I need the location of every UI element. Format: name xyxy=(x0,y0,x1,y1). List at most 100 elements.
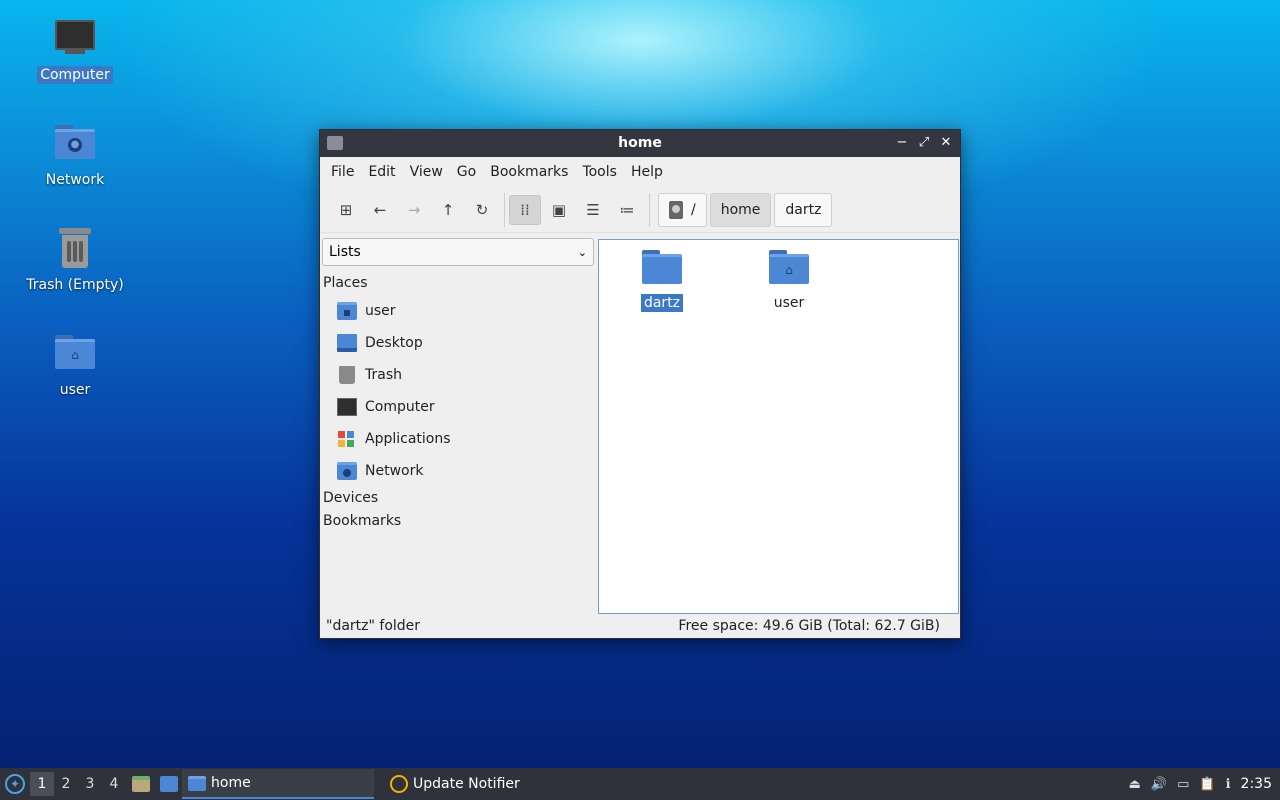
status-free-space: Free space: 49.6 GiB (Total: 62.7 GiB) xyxy=(678,618,940,634)
clock[interactable]: 2:35 xyxy=(1241,776,1272,792)
maximize-button[interactable]: ⤢ xyxy=(916,134,932,152)
show-desktop-icon[interactable] xyxy=(156,772,182,796)
network-folder-icon: ● xyxy=(51,119,99,167)
menu-tools[interactable]: Tools xyxy=(575,164,624,180)
file-item-dartz[interactable]: dartz xyxy=(622,248,702,312)
desktop-icon-trash[interactable]: Trash (Empty) xyxy=(20,224,130,294)
desktop-icon-computer[interactable]: Computer xyxy=(20,14,130,84)
bookmarks-heading[interactable]: Bookmarks xyxy=(322,510,594,533)
trash-icon xyxy=(51,224,99,272)
toolbar: ⊞ ← → ↑ ↻ ⁞⁞ ▣ ☰ ≔ / home dartz xyxy=(320,187,960,233)
update-notifier-icon xyxy=(390,775,408,793)
breadcrumb-label: / xyxy=(691,201,696,218)
menu-go[interactable]: Go xyxy=(450,164,483,180)
window-title: home xyxy=(618,135,662,151)
file-name: user xyxy=(773,295,805,311)
lubuntu-logo-icon: ✦ xyxy=(5,774,25,794)
network-status-icon[interactable]: ▭ xyxy=(1177,777,1189,792)
sidebar-item-applications[interactable]: Applications xyxy=(322,423,594,455)
desktop-icon-label: Computer xyxy=(37,66,113,84)
file-manager-window: home − ⤢ ✕ File Edit View Go Bookmarks T… xyxy=(319,129,961,639)
task-label: Update Notifier xyxy=(413,776,520,792)
workspace-1[interactable]: 1 xyxy=(30,772,54,796)
sidebar-item-label: Desktop xyxy=(365,335,423,351)
clipboard-icon[interactable]: 📋 xyxy=(1199,777,1215,792)
status-selection: "dartz" folder xyxy=(326,618,421,634)
sidebar-mode-value: Lists xyxy=(329,244,361,260)
menubar: File Edit View Go Bookmarks Tools Help xyxy=(320,157,960,187)
sidebar-item-computer[interactable]: Computer xyxy=(322,391,594,423)
file-view[interactable]: dartz ⌂ user xyxy=(598,239,959,614)
breadcrumb-home[interactable]: home xyxy=(709,192,772,227)
sidebar-item-network[interactable]: Network xyxy=(322,455,594,487)
sidebar-item-label: Applications xyxy=(365,431,451,447)
sidebar-item-label: Trash xyxy=(365,367,402,383)
desktop-icon-network[interactable]: ● Network xyxy=(20,119,130,189)
file-name: dartz xyxy=(640,294,684,312)
places-heading[interactable]: Places xyxy=(322,272,594,295)
statusbar: "dartz" folder Free space: 49.6 GiB (Tot… xyxy=(320,614,960,638)
sidebar-mode-select[interactable]: Lists ⌄ xyxy=(322,238,594,266)
detailed-view-icon[interactable]: ≔ xyxy=(611,195,643,225)
toolbar-separator xyxy=(649,192,650,227)
task-home[interactable]: home xyxy=(182,769,374,799)
menu-bookmarks[interactable]: Bookmarks xyxy=(483,164,575,180)
home-folder-icon: ⌂ xyxy=(51,329,99,377)
notification-icon[interactable]: ℹ xyxy=(1226,777,1231,792)
back-arrow-icon[interactable]: ← xyxy=(364,195,396,225)
computer-icon xyxy=(337,398,357,416)
applications-icon xyxy=(337,430,357,448)
window-titlebar[interactable]: home − ⤢ ✕ xyxy=(320,130,960,157)
sidebar-item-user[interactable]: user xyxy=(322,295,594,327)
icon-view-icon[interactable]: ⁞⁞ xyxy=(509,194,541,225)
sidebar-item-label: user xyxy=(365,303,396,319)
devices-heading[interactable]: Devices xyxy=(322,487,594,510)
sidebar: Lists ⌄ Places user Desktop Trash Comput… xyxy=(320,234,596,616)
file-manager-launcher-icon[interactable] xyxy=(128,772,154,796)
chevron-down-icon: ⌄ xyxy=(577,245,587,259)
workspace-4[interactable]: 4 xyxy=(102,772,126,796)
drive-icon xyxy=(669,200,683,219)
eject-icon[interactable]: ⏏ xyxy=(1129,777,1141,792)
forward-arrow-icon[interactable]: → xyxy=(398,195,430,225)
close-button[interactable]: ✕ xyxy=(938,134,954,152)
desktop-icon-label: user xyxy=(59,382,91,398)
desktop-icon xyxy=(337,334,357,352)
network-folder-icon xyxy=(337,462,357,480)
task-update-notifier[interactable]: Update Notifier xyxy=(384,769,574,799)
folder-icon xyxy=(188,775,206,791)
minimize-button[interactable]: − xyxy=(894,134,910,152)
taskbar: ✦ 1 2 3 4 home Update Notifier ⏏ 🔊 ▭ 📋 ℹ… xyxy=(0,768,1280,800)
menu-file[interactable]: File xyxy=(324,164,361,180)
sidebar-item-label: Computer xyxy=(365,399,435,415)
breadcrumb-dartz[interactable]: dartz xyxy=(774,192,833,227)
sidebar-item-label: Network xyxy=(365,463,424,479)
up-arrow-icon[interactable]: ↑ xyxy=(432,195,464,225)
compact-view-icon[interactable]: ☰ xyxy=(577,195,609,225)
computer-icon xyxy=(51,14,99,62)
volume-icon[interactable]: 🔊 xyxy=(1151,777,1167,792)
start-menu-button[interactable]: ✦ xyxy=(0,769,30,799)
workspace-3[interactable]: 3 xyxy=(78,772,102,796)
new-tab-icon[interactable]: ⊞ xyxy=(330,195,362,225)
menu-edit[interactable]: Edit xyxy=(361,164,402,180)
workspace-2[interactable]: 2 xyxy=(54,772,78,796)
desktop-icon-user[interactable]: ⌂ user xyxy=(20,329,130,399)
reload-icon[interactable]: ↻ xyxy=(466,195,498,225)
menu-view[interactable]: View xyxy=(403,164,450,180)
sidebar-item-trash[interactable]: Trash xyxy=(322,359,594,391)
menu-help[interactable]: Help xyxy=(624,164,670,180)
breadcrumb: / home dartz xyxy=(658,192,833,227)
breadcrumb-label: dartz xyxy=(785,201,822,218)
system-tray: ⏏ 🔊 ▭ 📋 ℹ 2:35 xyxy=(1129,776,1280,792)
breadcrumb-label: home xyxy=(720,201,761,218)
thumbnail-view-icon[interactable]: ▣ xyxy=(543,195,575,225)
task-label: home xyxy=(211,775,251,791)
desktop-icon-label: Trash (Empty) xyxy=(26,277,124,293)
home-folder-icon: ⌂ xyxy=(767,248,811,288)
sidebar-item-desktop[interactable]: Desktop xyxy=(322,327,594,359)
file-item-user[interactable]: ⌂ user xyxy=(749,248,829,312)
home-folder-icon xyxy=(337,302,357,320)
breadcrumb-root[interactable]: / xyxy=(658,192,707,227)
desktop-icon-label: Network xyxy=(45,172,105,188)
